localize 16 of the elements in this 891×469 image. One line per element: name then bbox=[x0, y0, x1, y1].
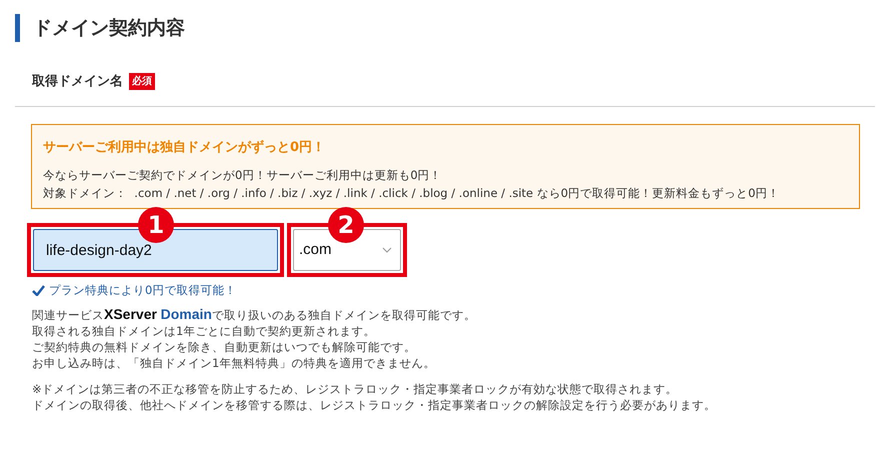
required-badge: 必須 bbox=[129, 73, 155, 90]
note-text: お申し込み時は、「独自ドメイン1年無料特典」の特典を適用できません。 bbox=[32, 355, 436, 372]
service-note: 関連サービスXServer Domainで取り扱いのある独自ドメインを取得可能です。 bbox=[32, 306, 477, 324]
note-text: 取得される独自ドメインは1年ごとに自動で契約更新されます。 bbox=[32, 323, 376, 340]
field-label: 取得ドメイン名 bbox=[32, 73, 123, 91]
accent-bar bbox=[15, 14, 20, 42]
caution-text: ※ドメインは第三者の不正な移管を防止するため、レジストラロック・指定事業者ロックが有効な状態で取得されます。 bbox=[32, 381, 678, 398]
caution-text: ドメインの取得後、他社へドメインを移管する際は、レジストラロック・指定事業者ロックの解除設定を行う必要があります。 bbox=[32, 397, 716, 414]
chevron-down-icon bbox=[382, 247, 392, 253]
notice-title: サーバーご利用中は独自ドメインがずっと0円！ bbox=[43, 138, 326, 156]
status-text: プラン特典により0円で取得可能！ bbox=[49, 282, 236, 299]
note-text: ご契約特典の無料ドメインを除き、自動更新はいつでも解除可能です。 bbox=[32, 339, 416, 356]
notice-text: 今ならサーバーご契約でドメインが0円！サーバーご利用中は更新も0円！ bbox=[43, 167, 443, 184]
section-title: ドメイン契約内容 bbox=[33, 16, 185, 41]
check-icon bbox=[32, 285, 45, 296]
notice-text: 対象ドメイン： .com / .net / .org / .info / .biz / .xyz / .link / .click / .blog / .online / .site なら0円で取得可能！更新料金もずっと0円！ bbox=[43, 185, 780, 202]
